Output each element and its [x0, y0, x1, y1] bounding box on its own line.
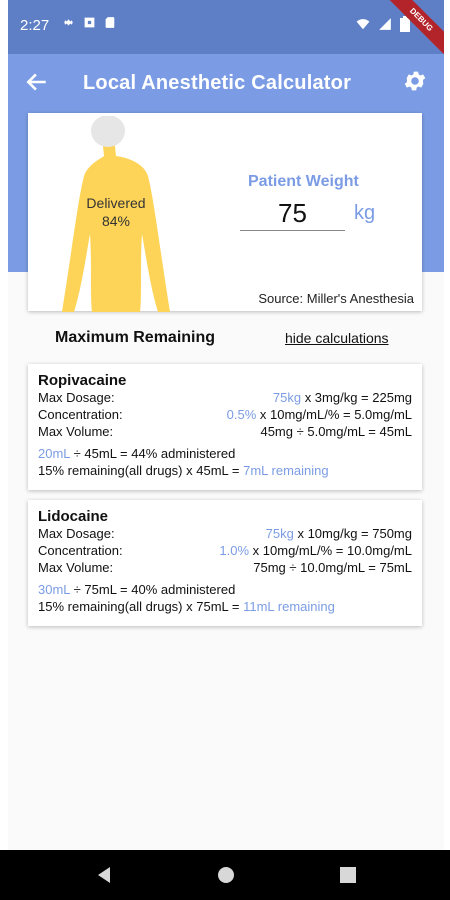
max-dosage-row: Max Dosage: 75kg x 3mg/kg = 225mg [38, 390, 412, 406]
concentration-value: 0.5% x 10mg/mL/% = 5.0mg/mL [227, 407, 412, 423]
remaining-calc: 15% remaining(all drugs) x 45mL = [38, 463, 244, 478]
status-time: 2:27 [20, 17, 50, 34]
dosage-calc: x 3mg/kg = 225mg [301, 390, 412, 405]
administered-ml: 20mL [38, 446, 71, 461]
nav-recents-icon[interactable] [338, 865, 358, 885]
delivered-label: Delivered [86, 195, 146, 211]
drug-name: Ropivacaine [38, 372, 127, 389]
weight-unit-label: kg [354, 202, 376, 224]
dosage-calc: x 10mg/kg = 750mg [293, 526, 412, 541]
concentration-percent: 0.5% [226, 407, 257, 422]
max-dosage-value: 75kg x 3mg/kg = 225mg [273, 390, 412, 406]
remaining-value: 7mL remaining [243, 463, 329, 478]
drug-card: Lidocaine Max Dosage: 75kg x 10mg/kg = 7… [28, 500, 422, 626]
remaining-value: 11mL remaining [243, 599, 335, 614]
concentration-value: 1.0% x 10mg/mL/% = 10.0mg/mL [219, 543, 412, 559]
concentration-label: Concentration: [38, 543, 123, 558]
patient-weight-input[interactable] [240, 196, 345, 231]
patient-card: Delivered 84% Patient Weight kg Source: … [28, 113, 422, 312]
delivered-percent: 84% [101, 213, 131, 229]
concentration-label: Concentration: [38, 407, 123, 422]
administered-ml: 30mL [38, 582, 71, 597]
settings-gear-icon[interactable] [402, 68, 428, 94]
concentration-row: Concentration: 0.5% x 10mg/mL/% = 5.0mg/… [38, 407, 412, 423]
patient-weight-label: Patient Weight [248, 173, 359, 190]
max-dosage-row: Max Dosage: 75kg x 10mg/kg = 750mg [38, 526, 412, 542]
app-frame: 2:27 DEBUG Local Anesthetic Calculator D… [8, 0, 444, 900]
drug-name: Lidocaine [38, 508, 109, 525]
max-volume-row: Max Volume: 75mg ÷ 10.0mg/mL = 75mL [38, 560, 412, 576]
administered-line: 20mL ÷ 45mL = 44% administered [38, 446, 235, 461]
max-volume-value: 75mg ÷ 10.0mg/mL = 75mL [253, 560, 412, 575]
wifi-icon [356, 19, 370, 30]
administered-calc: ÷ 45mL = 44% administered [70, 446, 236, 461]
remaining-line: 15% remaining(all drugs) x 75mL = 11mL r… [38, 599, 335, 614]
app-bar: Local Anesthetic Calculator [8, 54, 444, 112]
remaining-calc: 15% remaining(all drugs) x 75mL = [38, 599, 244, 614]
status-notification-icons [62, 16, 117, 29]
nav-home-icon[interactable] [216, 865, 236, 885]
administered-calc: ÷ 75mL = 40% administered [70, 582, 236, 597]
app-title: Local Anesthetic Calculator [83, 72, 352, 94]
administered-line: 30mL ÷ 75mL = 40% administered [38, 582, 235, 597]
max-volume-label: Max Volume: [38, 424, 114, 439]
gear-icon [63, 19, 74, 26]
max-dosage-value: 75kg x 10mg/kg = 750mg [266, 526, 412, 542]
max-volume-value: 45mg ÷ 5.0mg/mL = 45mL [260, 424, 412, 439]
remaining-line: 15% remaining(all drugs) x 45mL = 7mL re… [38, 463, 329, 478]
concentration-row: Concentration: 1.0% x 10mg/mL/% = 10.0mg… [38, 543, 412, 559]
drug-card: Ropivacaine Max Dosage: 75kg x 3mg/kg = … [28, 364, 422, 490]
sd-card-icon [105, 17, 115, 28]
max-dosage-label: Max Dosage: [38, 526, 115, 541]
section-title: Maximum Remaining [55, 329, 216, 346]
square-icon [84, 17, 95, 28]
navigation-bar [0, 850, 450, 900]
max-dosage-label: Max Dosage: [38, 390, 115, 405]
hide-calculations-link[interactable]: hide calculations [285, 330, 389, 346]
concentration-calc: x 10mg/mL/% = 10.0mg/mL [249, 543, 412, 558]
nav-back-icon[interactable] [94, 865, 114, 885]
signal-icon [379, 18, 391, 30]
weight-value: 75kg [265, 526, 294, 541]
status-system-icons [356, 16, 410, 32]
concentration-calc: x 10mg/mL/% = 5.0mg/mL [256, 407, 412, 422]
source-label: Source: Miller's Anesthesia [258, 291, 414, 306]
status-bar: 2:27 DEBUG [8, 0, 444, 58]
concentration-percent: 1.0% [219, 543, 250, 558]
weight-value: 75kg [272, 390, 302, 405]
max-volume-row: Max Volume: 45mg ÷ 5.0mg/mL = 45mL [38, 424, 412, 440]
back-arrow-icon[interactable] [24, 69, 50, 95]
max-volume-label: Max Volume: [38, 560, 114, 575]
